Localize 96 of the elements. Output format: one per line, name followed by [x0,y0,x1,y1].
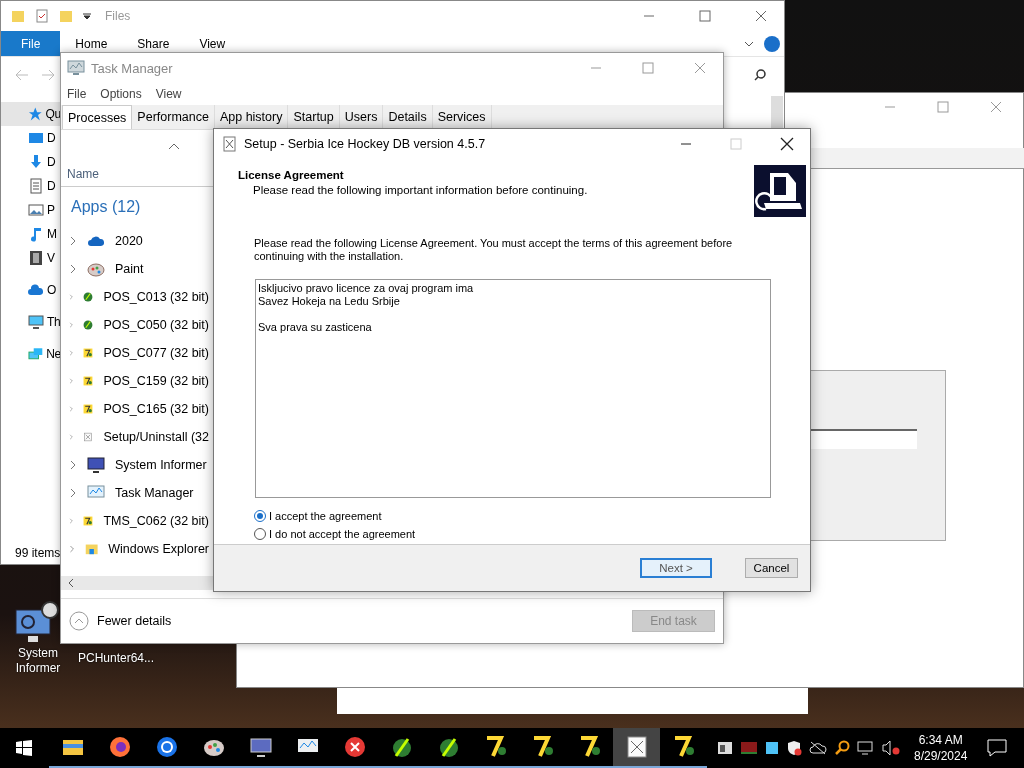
process-row[interactable]: Setup/Uninstall (32 [61,423,209,451]
expand-chevron-icon[interactable] [69,488,77,498]
nav-item[interactable]: Th [1,310,61,334]
process-row[interactable]: POS_C077 (32 bit) [61,339,209,367]
window-title: Task Manager [91,60,173,76]
process-row[interactable]: Paint [61,255,209,283]
video-icon [28,250,44,266]
nav-item[interactable]: M [1,222,61,246]
monitor-icon [87,456,105,474]
nav-item[interactable]: D [1,126,61,150]
expand-chevron-icon[interactable] [69,460,77,470]
search-icon[interactable] [834,740,850,756]
window-title: Setup - Serbia Ice Hockey DB version 4.5.7 [244,137,486,151]
radio-option[interactable]: I accept the agreement [254,510,770,522]
page-heading: License Agreement [238,169,345,181]
nav-item[interactable]: P [1,198,61,222]
shield-icon[interactable] [786,740,802,756]
status-text: 99 items [14,546,59,560]
document-icon [28,178,44,194]
nav-item[interactable]: V [1,246,61,270]
network-icon [28,346,44,362]
maximize-icon[interactable] [699,10,711,22]
taskbar-button[interactable] [613,728,660,768]
chevron-icon[interactable] [744,39,754,48]
square-icon[interactable] [765,741,779,755]
desktop-icon-label[interactable]: PCHunter64... [78,651,155,666]
nav-item[interactable]: Ne [1,342,61,366]
nav-item[interactable]: Qu [1,102,61,126]
menu-item[interactable]: Options [100,87,142,101]
process-row[interactable]: TMS_C062 (32 bit) [61,507,209,535]
network-icon[interactable] [857,740,875,756]
radio-option[interactable]: I do not accept the agreement [254,528,770,540]
expand-chevron-icon[interactable] [69,236,77,246]
menu-item[interactable]: View [155,87,182,101]
process-row[interactable]: POS_C165 (32 bit) [61,395,209,423]
process-row[interactable]: POS_C050 (32 bit) [61,311,209,339]
cancel-button[interactable]: Cancel [745,558,798,578]
ribbon-tab[interactable]: Home [60,31,123,56]
search-icon[interactable] [754,68,766,81]
installer-icon [624,735,649,759]
nav-item[interactable]: O [1,278,61,302]
process-row[interactable]: 2020 [61,227,209,255]
clock-time: 6:34 AM [918,732,963,748]
clock-date: 8/29/2024 [914,748,968,764]
ribbon-tab[interactable]: File [1,31,61,56]
scroll-left-icon[interactable] [67,578,75,588]
license-text-box[interactable]: Iskljucivo pravo licence za ovaj program ima Savez Hokeja na Ledu Srbije Sva prava su zasticena [255,279,771,498]
process-row[interactable]: POS_C013 (32 bit) [61,283,209,311]
ring-icon [154,735,179,759]
cloud-icon [28,282,44,298]
page-subheading: Please read the following important information before continuing. [252,184,589,196]
tab[interactable]: Processes [62,105,133,129]
instruction-text: Please read the following License Agreement. You must accept the terms of this agreement before continuing with the installation. [254,237,734,263]
expand-chevron-icon[interactable] [69,264,77,274]
window-icon[interactable] [717,741,733,755]
monitor-chart-icon [67,60,85,76]
computer-logo-icon [754,165,806,217]
palette-icon [87,260,105,278]
monitor-icon [248,735,273,759]
process-row[interactable]: Windows Explorer [61,535,209,563]
cloud-off-icon[interactable] [809,741,827,755]
fewer-details-link[interactable]: Fewer details [97,614,172,628]
ribbon-tab[interactable]: Share [122,31,185,56]
window-title: Files [105,9,131,23]
notification-icon[interactable] [987,739,1008,757]
collapse-circle-icon[interactable] [69,611,89,631]
ribbon-tab[interactable]: View [184,31,241,56]
process-row[interactable]: Task Manager [61,479,209,507]
process-row[interactable]: System Informer [61,451,209,479]
installer-icon [222,136,238,152]
download-icon [28,154,44,170]
clock[interactable]: 6:34 AM 8/29/2024 [914,732,968,764]
dropdown-icon[interactable] [83,12,91,20]
close-icon[interactable] [780,137,794,151]
column-header[interactable]: Name [67,167,99,181]
desktop-icon-label[interactable]: System Informer [0,646,76,676]
star-icon [28,106,43,122]
next-button[interactable]: Next > [640,558,712,578]
nav-item[interactable]: D [1,174,61,198]
windows-logo-icon[interactable] [16,740,32,756]
picture-icon [28,202,44,218]
menu-item[interactable]: File [67,87,87,101]
pc-icon [28,314,44,330]
maximize-icon [730,138,742,150]
error-icon [342,735,367,759]
checklist-icon[interactable] [35,9,49,23]
music-icon [28,226,44,242]
sort-caret-icon[interactable] [168,142,180,150]
radio-button[interactable] [254,510,266,522]
desktop-icon [28,130,44,146]
nav-item[interactable]: D [1,150,61,174]
speaker-muted-icon[interactable] [882,740,900,756]
process-row[interactable]: POS_C159 (32 bit) [61,367,209,395]
group-heading: Apps (12) [70,197,141,217]
radio-button[interactable] [254,528,266,540]
monitor-icon[interactable] [740,741,758,755]
